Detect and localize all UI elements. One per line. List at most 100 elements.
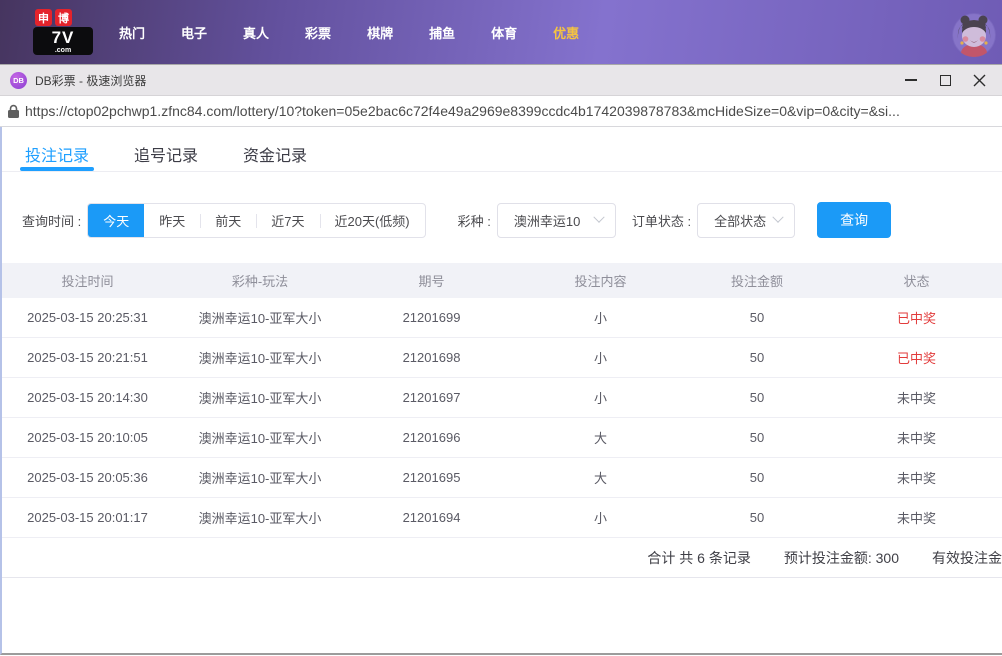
- cell-bet-time: 2025-03-15 20:21:51: [2, 350, 173, 365]
- nav-item-sports[interactable]: 体育: [491, 23, 517, 42]
- logo-badges: 申 博: [35, 9, 95, 26]
- status-select-value: 全部状态: [714, 211, 766, 230]
- window-controls: [894, 65, 996, 95]
- app-icon: DB: [10, 72, 27, 89]
- cell-game-play: 澳洲幸运10-亚军大小: [173, 308, 347, 327]
- time-option-1[interactable]: 昨天: [144, 204, 200, 237]
- close-button[interactable]: [962, 65, 996, 95]
- maximize-button[interactable]: [928, 65, 962, 95]
- cell-issue-number: 21201694: [347, 510, 516, 525]
- cell-game-play: 澳洲幸运10-亚军大小: [173, 348, 347, 367]
- page-content: 投注记录 追号记录 资金记录 查询时间 : 今天昨天前天近7天近20天(低频) 彩种…: [0, 127, 1002, 655]
- record-tabs: 投注记录 追号记录 资金记录: [2, 127, 1002, 172]
- window-titlebar: DB DB彩票 - 极速浏览器: [0, 64, 1002, 96]
- column-header-1: 彩种-玩法: [173, 271, 347, 290]
- table-row: 2025-03-15 20:14:30澳洲幸运10-亚军大小21201697小5…: [2, 378, 1002, 418]
- nav-item-lottery[interactable]: 彩票: [305, 23, 331, 42]
- nav-item-fishing[interactable]: 捕鱼: [429, 23, 455, 42]
- time-filter-label: 查询时间 :: [22, 211, 81, 230]
- url-text: https://ctop02pchwp1.zfnc84.com/lottery/…: [25, 103, 900, 119]
- cell-status: 未中奖: [829, 428, 1002, 447]
- search-button[interactable]: 查询: [817, 202, 891, 238]
- column-header-0: 投注时间: [2, 271, 173, 290]
- cell-status: 已中奖: [829, 308, 1002, 327]
- logo-badge-1: 申: [35, 9, 52, 26]
- cell-bet-time: 2025-03-15 20:25:31: [2, 310, 173, 325]
- summary-expected-amount: 预计投注金额: 300: [784, 548, 899, 568]
- column-header-2: 期号: [347, 271, 516, 290]
- lock-icon: [8, 104, 19, 118]
- cell-bet-content: 小: [516, 388, 685, 407]
- chevron-down-icon: [772, 212, 783, 223]
- table-row: 2025-03-15 20:05:36澳洲幸运10-亚军大小21201695大5…: [2, 458, 1002, 498]
- cell-bet-content: 小: [516, 508, 685, 527]
- cell-game-play: 澳洲幸运10-亚军大小: [173, 508, 347, 527]
- cell-bet-content: 小: [516, 348, 685, 367]
- cell-status: 未中奖: [829, 468, 1002, 487]
- bet-records-table: 投注时间彩种-玩法期号投注内容投注金额状态 2025-03-15 20:25:3…: [2, 263, 1002, 578]
- logo-tld: .com: [55, 47, 71, 54]
- logo-box: 7V .com: [33, 27, 93, 55]
- table-row: 2025-03-15 20:10:05澳洲幸运10-亚军大小21201696大5…: [2, 418, 1002, 458]
- address-bar[interactable]: https://ctop02pchwp1.zfnc84.com/lottery/…: [0, 96, 1002, 127]
- minimize-button[interactable]: [894, 65, 928, 95]
- cell-bet-amount: 50: [685, 310, 829, 325]
- cell-bet-time: 2025-03-15 20:05:36: [2, 470, 173, 485]
- cell-status: 未中奖: [829, 388, 1002, 407]
- table-header-row: 投注时间彩种-玩法期号投注内容投注金额状态: [2, 263, 1002, 298]
- cell-status: 已中奖: [829, 348, 1002, 367]
- status-filter-label: 订单状态 :: [632, 211, 691, 230]
- nav-item-slots[interactable]: 电子: [181, 23, 207, 42]
- cell-bet-amount: 50: [685, 390, 829, 405]
- logo-badge-2: 博: [55, 9, 72, 26]
- lottery-filter-label: 彩种 :: [458, 211, 491, 230]
- nav-item-board[interactable]: 棋牌: [367, 23, 393, 42]
- lottery-select[interactable]: 澳洲幸运10: [497, 203, 616, 238]
- time-option-3[interactable]: 近7天: [256, 204, 319, 237]
- table-row: 2025-03-15 20:01:17澳洲幸运10-亚军大小21201694小5…: [2, 498, 1002, 538]
- summary-valid-amount: 有效投注金: [932, 548, 1002, 568]
- cell-bet-time: 2025-03-15 20:10:05: [2, 430, 173, 445]
- column-header-3: 投注内容: [516, 271, 685, 290]
- avatar[interactable]: [952, 13, 996, 57]
- table-row: 2025-03-15 20:21:51澳洲幸运10-亚军大小21201698小5…: [2, 338, 1002, 378]
- avatar-illustration: [952, 13, 996, 57]
- time-option-0[interactable]: 今天: [88, 204, 144, 237]
- cell-issue-number: 21201697: [347, 390, 516, 405]
- cell-issue-number: 21201699: [347, 310, 516, 325]
- cell-issue-number: 21201698: [347, 350, 516, 365]
- cell-bet-time: 2025-03-15 20:01:17: [2, 510, 173, 525]
- window-title: DB彩票 - 极速浏览器: [35, 72, 894, 89]
- table-row: 2025-03-15 20:25:31澳洲幸运10-亚军大小21201699小5…: [2, 298, 1002, 338]
- table-summary-row: 合计 共 6 条记录 预计投注金额: 300 有效投注金: [2, 538, 1002, 578]
- filter-bar: 查询时间 : 今天昨天前天近7天近20天(低频) 彩种 : 澳洲幸运10 订单状…: [22, 202, 1002, 238]
- time-filter-group: 今天昨天前天近7天近20天(低频): [87, 203, 425, 238]
- tab-fund-records[interactable]: 资金记录: [243, 142, 307, 171]
- nav-item-live[interactable]: 真人: [243, 23, 269, 42]
- cell-bet-amount: 50: [685, 430, 829, 445]
- cell-bet-amount: 50: [685, 510, 829, 525]
- cell-bet-amount: 50: [685, 350, 829, 365]
- nav-item-hot[interactable]: 热门: [119, 23, 145, 42]
- time-option-2[interactable]: 前天: [200, 204, 256, 237]
- column-header-4: 投注金额: [685, 271, 829, 290]
- cell-status: 未中奖: [829, 508, 1002, 527]
- site-logo[interactable]: 申 博 7V .com: [33, 9, 95, 55]
- table-body: 2025-03-15 20:25:31澳洲幸运10-亚军大小21201699小5…: [2, 298, 1002, 538]
- top-nav: 申 博 7V .com 热门 电子 真人 彩票 棋牌 捕鱼 体育 优惠: [0, 0, 1002, 64]
- nav-item-promo[interactable]: 优惠: [553, 23, 579, 42]
- cell-game-play: 澳洲幸运10-亚军大小: [173, 428, 347, 447]
- maximize-icon: [940, 75, 951, 86]
- tab-bet-records[interactable]: 投注记录: [25, 142, 89, 171]
- cell-bet-content: 大: [516, 468, 685, 487]
- cell-game-play: 澳洲幸运10-亚军大小: [173, 388, 347, 407]
- summary-total-records: 合计 共 6 条记录: [647, 548, 750, 568]
- lottery-select-value: 澳洲幸运10: [514, 211, 580, 230]
- cell-issue-number: 21201696: [347, 430, 516, 445]
- order-status-select[interactable]: 全部状态: [697, 203, 795, 238]
- cell-bet-amount: 50: [685, 470, 829, 485]
- chevron-down-icon: [593, 212, 604, 223]
- time-option-4[interactable]: 近20天(低频): [320, 204, 425, 237]
- tab-chase-records[interactable]: 追号记录: [134, 142, 198, 171]
- column-header-5: 状态: [829, 271, 1002, 290]
